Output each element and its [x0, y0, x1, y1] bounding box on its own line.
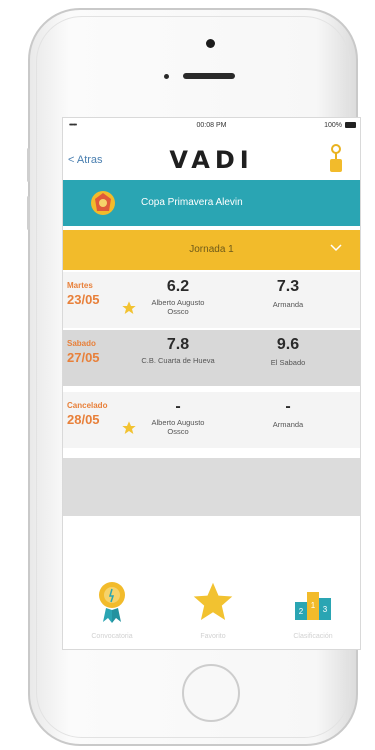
score-away: 9.6: [276, 336, 300, 353]
tab-label: Favorito: [200, 633, 226, 640]
tab-favorito[interactable]: Favorito: [168, 580, 258, 640]
player-away: Armanda: [272, 300, 304, 309]
player-away: El Sabado: [270, 358, 306, 367]
status-bar: ••••• 00:08 PM 100%: [63, 118, 360, 134]
match-row[interactable]: Sabado 27/05 7.8 C.B. Cuarta de Hueva 9.…: [63, 330, 360, 386]
team-badge-icon: [89, 189, 117, 222]
nav-bar: < Atras VADI: [63, 136, 360, 178]
volume-up-button: [27, 148, 30, 182]
tab-label: Convocatoria: [91, 633, 133, 640]
star-icon[interactable]: [121, 300, 137, 321]
match-date: 23/05: [67, 292, 100, 307]
score-home: 6.2: [166, 278, 190, 295]
score-away: 7.3: [276, 278, 300, 295]
trophy-icon[interactable]: [328, 144, 344, 179]
battery-percent: 100%: [324, 122, 342, 129]
star-icon: [191, 582, 235, 628]
score-away: -: [285, 398, 291, 415]
tournament-name: Copa Primavera Alevin: [141, 197, 243, 208]
match-row[interactable]: Cancelado 28/05 - Alberto Augusto Ossco …: [63, 392, 360, 448]
match-row[interactable]: Martes 23/05 6.2 Alberto Augusto Ossco 7…: [63, 272, 360, 328]
medal-icon: [97, 582, 127, 628]
home-button[interactable]: [182, 664, 240, 722]
podium-icon: 2 1 3: [291, 592, 335, 628]
match-day: Cancelado: [67, 401, 108, 410]
match-day: Martes: [67, 281, 93, 290]
empty-row: [63, 458, 360, 516]
app-logo: VADI: [169, 146, 254, 174]
match-date: 28/05: [67, 412, 100, 427]
tab-label: Clasificación: [293, 633, 333, 640]
star-icon[interactable]: [121, 420, 137, 441]
svg-text:3: 3: [323, 605, 328, 614]
tab-bar: Convocatoria Favorito 2 1 3 Clasificació…: [63, 574, 360, 649]
svg-text:1: 1: [311, 601, 316, 610]
score-home: -: [175, 398, 181, 415]
svg-text:2: 2: [299, 607, 304, 616]
jornada-selector[interactable]: Jornada 1: [63, 230, 360, 270]
app-screen: ••••• 00:08 PM 100% < Atras VADI Copa Pr…: [62, 117, 361, 650]
tab-clasificacion[interactable]: 2 1 3 Clasificación: [268, 580, 358, 640]
match-day: Sabado: [67, 339, 96, 348]
player-away: Armanda: [272, 420, 304, 429]
player-home: C.B. Cuarta de Hueva: [141, 356, 215, 365]
jornada-label: Jornada 1: [189, 244, 234, 255]
tab-convocatoria[interactable]: Convocatoria: [67, 580, 157, 640]
player-home: Alberto Augusto Ossco: [151, 298, 205, 316]
chevron-down-icon[interactable]: [328, 240, 344, 261]
player-home: Alberto Augusto Ossco: [151, 418, 205, 436]
score-home: 7.8: [166, 336, 190, 353]
front-camera: [206, 39, 215, 48]
match-date: 27/05: [67, 350, 100, 365]
sensor-dot: [164, 74, 169, 79]
battery-icon: [345, 122, 356, 128]
earpiece-speaker: [183, 73, 235, 79]
volume-down-button: [27, 196, 30, 230]
tournament-header[interactable]: Copa Primavera Alevin: [63, 180, 360, 226]
status-time: 00:08 PM: [196, 122, 227, 129]
